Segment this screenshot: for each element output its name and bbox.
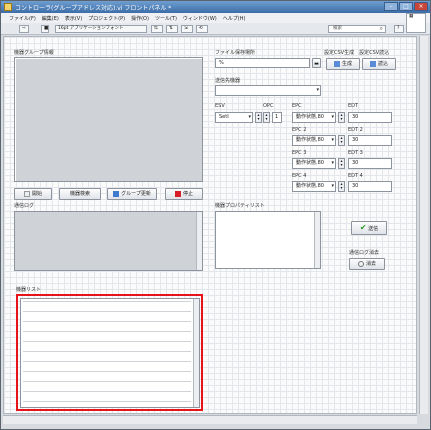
epc-2-select[interactable]: 動作状態,80 — [292, 135, 336, 146]
font-selector[interactable]: 16pt アプリケーションフォント — [55, 25, 147, 33]
labview-icon — [4, 3, 12, 11]
epc-3-label: EPC 3 — [292, 150, 307, 156]
maximize-button[interactable]: □ — [399, 2, 413, 11]
csv-create-button[interactable]: 生成 — [326, 58, 360, 70]
menu-view[interactable]: 表示(V) — [65, 15, 82, 23]
stop-label: 停止 — [182, 191, 193, 197]
send-label: 送信 — [368, 226, 379, 232]
opc-spinner[interactable]: ▴ ▾ — [263, 112, 270, 123]
window-controls: – □ × — [384, 2, 428, 11]
reorder-icon[interactable]: ⟲ — [196, 25, 208, 33]
title-bar: コントローラ(グループアドレス対応).vi フロントパネル * – □ × — [1, 1, 430, 13]
pause-icon[interactable]: ■ — [41, 25, 49, 33]
check-icon: ✔ — [359, 223, 367, 232]
esv-spinner[interactable]: ▴ ▾ — [255, 112, 262, 123]
create-icon — [333, 60, 340, 67]
epc-1-select[interactable]: 動作状態,80 — [292, 112, 336, 123]
edt-3-label: EDT 3 — [348, 150, 363, 156]
menu-operate[interactable]: 操作(O) — [131, 15, 149, 23]
clear-button[interactable]: 消去 — [349, 258, 385, 270]
clear-label: 消去 — [365, 261, 376, 267]
vertical-scrollbar[interactable] — [419, 36, 428, 414]
edt-1-input[interactable]: 30 — [348, 112, 392, 123]
highlight-box — [16, 294, 203, 411]
epc-2-label: EPC 2 — [292, 127, 307, 133]
horizontal-scrollbar[interactable] — [3, 415, 417, 424]
csv-create-label: 生成 — [341, 61, 352, 67]
log-clear-label: 通信ログ消去 — [349, 250, 380, 256]
resize-icon[interactable]: ⇲ — [181, 25, 193, 33]
update-icon — [113, 190, 120, 197]
edt-2-input[interactable]: 30 — [348, 135, 392, 146]
open-label: 開始 — [31, 191, 42, 197]
window-title: コントローラ(グループアドレス対応).vi フロントパネル * — [15, 5, 172, 12]
menu-file[interactable]: ファイル(F) — [9, 15, 36, 23]
search-placeholder: 検索 — [333, 26, 342, 31]
menu-bar: ファイル(F) 編集(E) 表示(V) プロジェクト(P) 操作(O) ツール(… — [1, 13, 430, 23]
open-button[interactable]: 開始 — [14, 188, 52, 200]
edt-4-label: EDT 4 — [348, 173, 363, 179]
epc-3-spinner[interactable]: ▴ ▾ — [338, 158, 345, 169]
epc-4-select[interactable]: 動作状態,80 — [292, 181, 336, 192]
property-list-label: 機器プロパティリスト — [215, 203, 265, 209]
stop-icon — [174, 190, 181, 197]
edt-header: EDT — [348, 103, 359, 109]
edt-3-input[interactable]: 30 — [348, 158, 392, 169]
menu-project[interactable]: プロジェクト(P) — [88, 15, 125, 23]
property-list-scrollbar[interactable] — [314, 212, 320, 268]
group-update-button[interactable]: グループ更新 — [107, 188, 157, 200]
open-icon — [23, 190, 30, 197]
group-update-label: グループ更新 — [121, 191, 151, 197]
browse-folder-icon[interactable]: ▬ — [312, 58, 321, 68]
opc-input[interactable]: 1 — [272, 112, 282, 123]
epc-header: EPC — [292, 103, 302, 109]
read-icon — [369, 60, 376, 67]
comm-log-label: 通信ログ — [14, 203, 35, 209]
clear-icon — [357, 260, 364, 267]
send-button[interactable]: ✔ 送信 — [351, 221, 387, 235]
target-device-label: 送信先機器 — [215, 78, 241, 84]
epc-2-spinner[interactable]: ▴ ▾ — [338, 135, 345, 146]
csv-label: 設定CSV生成 設定CSV読込 — [324, 50, 390, 56]
device-list-label: 機器リスト — [16, 287, 42, 293]
comm-log-scrollbar[interactable] — [196, 212, 202, 270]
group-info-label: 機器グループ情報 — [14, 50, 54, 56]
esv-select[interactable]: SetI — [215, 112, 253, 123]
file-path-label: ファイル保存場所 — [215, 50, 256, 56]
target-device-select[interactable] — [215, 85, 321, 96]
comm-log-box[interactable] — [14, 211, 203, 271]
stop-button[interactable]: 停止 — [165, 188, 203, 200]
search-icon: ⌕ — [379, 25, 383, 32]
distribute-icon[interactable]: ⇅ — [166, 25, 178, 33]
epc-3-select[interactable]: 動作状態,80 — [292, 158, 336, 169]
vi-icon[interactable]: ▦ — [406, 13, 426, 33]
menu-tools[interactable]: ツール(T) — [155, 15, 177, 23]
esv-header: ESV — [215, 103, 225, 109]
group-info-panel — [14, 57, 203, 182]
csv-read-button[interactable]: 読込 — [362, 58, 396, 70]
align-icon[interactable]: ⇆ — [151, 25, 163, 33]
file-path-input[interactable]: % — [215, 58, 310, 68]
help-icon[interactable]: ? — [394, 25, 404, 33]
edt-4-input[interactable]: 30 — [348, 181, 392, 192]
search-input[interactable]: 検索 ⌕ — [328, 25, 386, 33]
menu-edit[interactable]: 編集(E) — [42, 15, 59, 23]
device-search-button[interactable]: 機器検索 — [59, 188, 101, 200]
epc-4-label: EPC 4 — [292, 173, 307, 179]
run-arrow-icon[interactable]: ⇨ — [19, 25, 29, 33]
opc-header: OPC — [263, 103, 274, 109]
toolbar: ⇨ ■ 16pt アプリケーションフォント ⇆ ⇅ ⇲ ⟲ 検索 ⌕ ? ▦ — [1, 13, 430, 35]
menu-help[interactable]: ヘルプ(H) — [223, 15, 246, 23]
csv-read-label: 読込 — [377, 61, 388, 67]
close-button[interactable]: × — [414, 2, 428, 11]
menu-window[interactable]: ウィンドウ(W) — [183, 15, 217, 23]
epc-1-spinner[interactable]: ▴ ▾ — [338, 112, 345, 123]
edt-2-label: EDT 2 — [348, 127, 363, 133]
epc-4-spinner[interactable]: ▴ ▾ — [338, 181, 345, 192]
minimize-button[interactable]: – — [384, 2, 398, 11]
property-list-box[interactable] — [215, 211, 321, 269]
front-panel-window: コントローラ(グループアドレス対応).vi フロントパネル * – □ × ファ… — [0, 0, 431, 430]
